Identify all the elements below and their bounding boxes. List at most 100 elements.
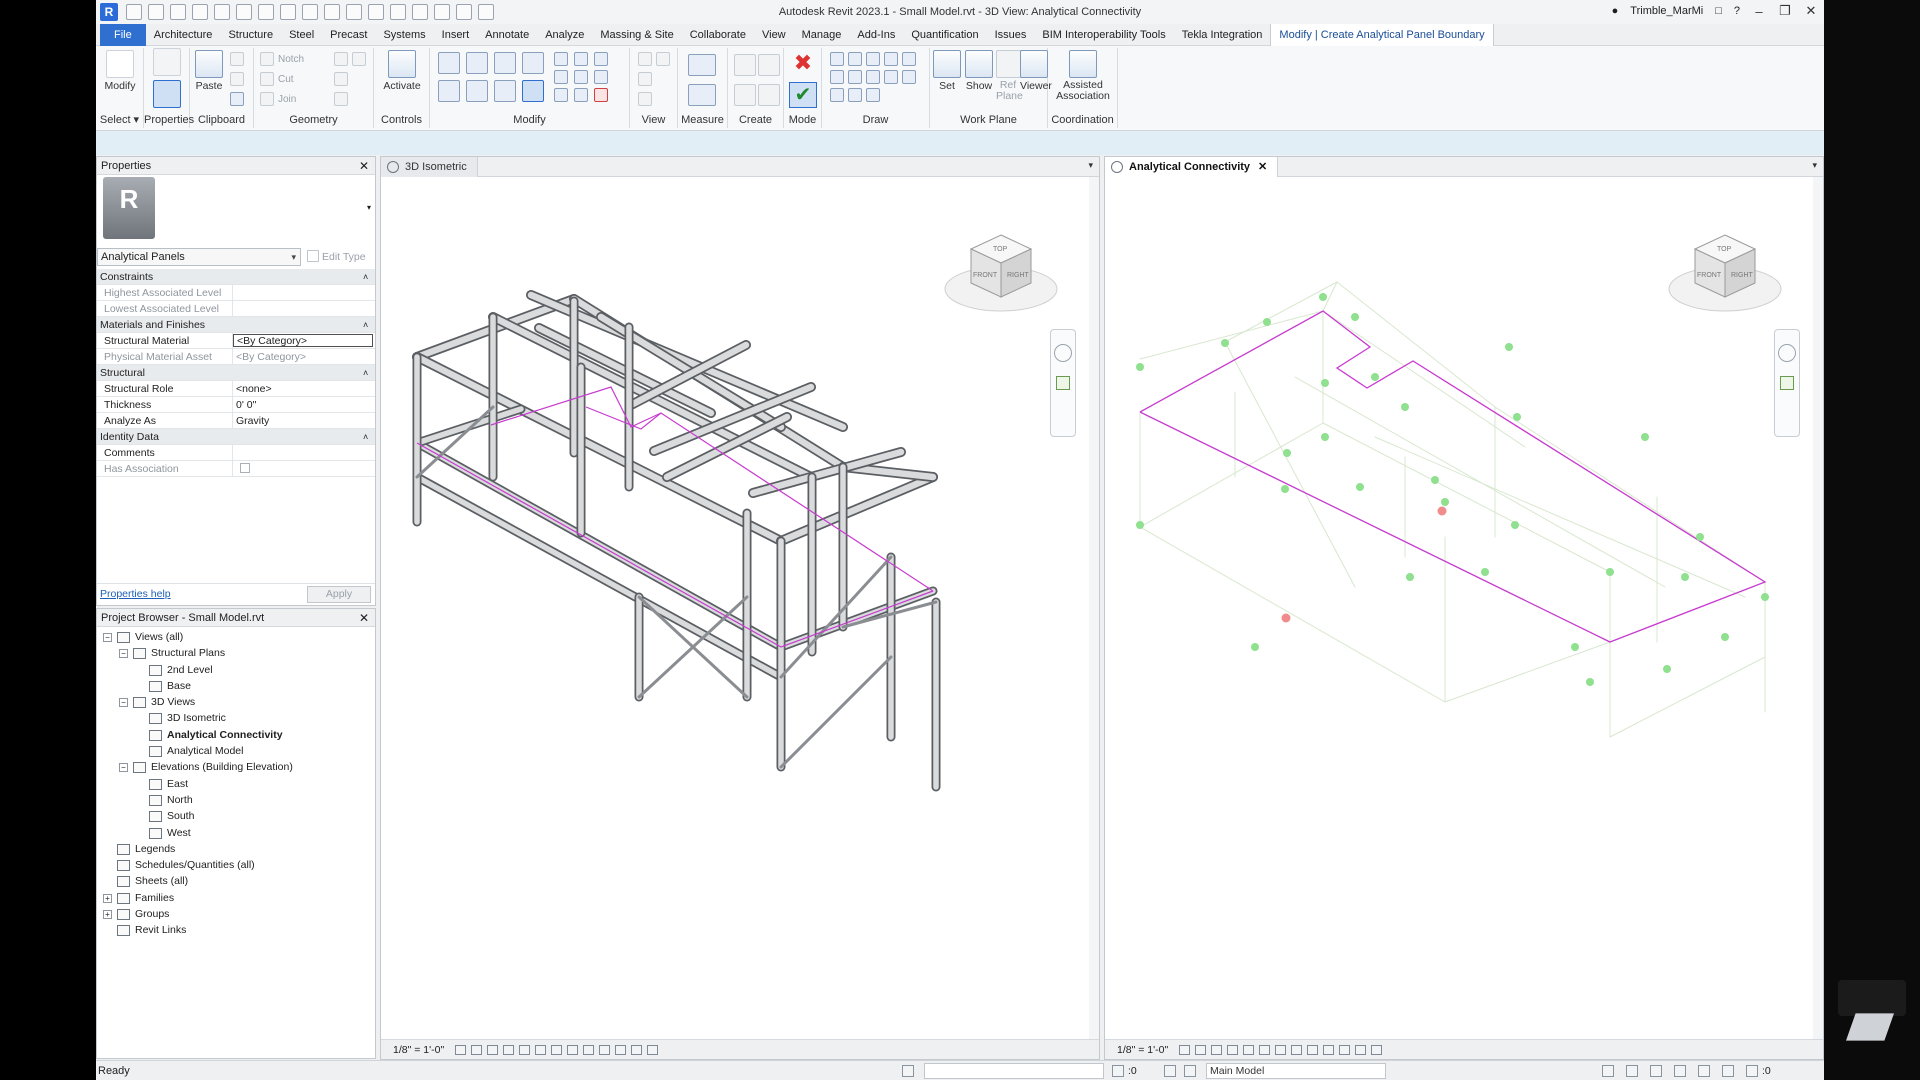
browser-node[interactable]: − Views (all) (97, 629, 375, 645)
tab-precast[interactable]: Precast (322, 24, 375, 46)
analytical-node[interactable] (1641, 433, 1649, 441)
lock-view-icon[interactable] (567, 1045, 578, 1055)
select-underlay-icon[interactable] (1626, 1065, 1638, 1077)
minimize-button[interactable]: – (1752, 4, 1766, 19)
tab-manage[interactable]: Manage (794, 24, 850, 46)
crop-view-icon[interactable] (535, 1045, 546, 1055)
properties-button[interactable] (153, 80, 181, 110)
cut-clipboard-icon[interactable] (230, 52, 244, 66)
browser-node[interactable]: − 3D Views (97, 694, 375, 710)
browser-node[interactable]: 3D Isometric (97, 710, 375, 726)
offset-icon[interactable] (466, 52, 488, 74)
analytical-node[interactable] (1586, 678, 1594, 686)
tab-structure[interactable]: Structure (220, 24, 281, 46)
notch-label[interactable]: Notch (278, 54, 304, 65)
close-hidden-icon[interactable] (434, 4, 450, 20)
worksets-icon[interactable] (902, 1065, 914, 1077)
measure-tool-icon[interactable] (688, 54, 716, 76)
collapse-icon[interactable]: ˄ (363, 429, 375, 444)
type-properties-button[interactable] (153, 48, 181, 78)
wall-joins-icon[interactable] (334, 72, 348, 86)
mirror-axis-icon[interactable] (494, 52, 516, 74)
recording-controls[interactable] (1838, 980, 1906, 1016)
collapse-toggle-icon[interactable]: − (119, 763, 128, 773)
cancel-edit-mode-button[interactable]: ✖ (790, 52, 816, 76)
navigation-bar[interactable] (1050, 329, 1076, 437)
create-group-icon[interactable] (734, 84, 756, 106)
dimension-icon[interactable] (302, 4, 318, 20)
analytical-model-icon[interactable] (615, 1045, 626, 1055)
align-icon[interactable] (438, 52, 460, 74)
expand-toggle-icon[interactable]: + (103, 893, 112, 903)
property-value[interactable]: <none> (233, 381, 375, 396)
save-icon[interactable] (170, 4, 186, 20)
browser-node[interactable]: + Families (97, 890, 375, 906)
paint-icon[interactable] (352, 52, 366, 66)
spline-icon[interactable] (902, 70, 916, 84)
tangent-arc-icon[interactable] (866, 70, 880, 84)
collapse-icon[interactable]: ˄ (363, 365, 375, 380)
view-scale[interactable]: 1/8" = 1'-0" (393, 1040, 444, 1059)
show-crop-icon[interactable] (551, 1045, 562, 1055)
analytical-node[interactable] (1511, 521, 1519, 529)
trim-extend-icon[interactable] (522, 80, 544, 102)
tab-add-ins[interactable]: Add-Ins (849, 24, 903, 46)
browser-node[interactable]: Revit Links (97, 922, 375, 938)
filter-icon[interactable] (1746, 1065, 1758, 1077)
close-window-button[interactable]: ✕ (1804, 3, 1818, 19)
view-menu-icon[interactable]: ▾ (1088, 160, 1093, 171)
steering-wheel-icon[interactable] (1778, 344, 1796, 362)
viewer-button[interactable]: Viewer (1020, 50, 1052, 92)
pick-lines-icon[interactable] (866, 88, 880, 102)
open-icon[interactable] (148, 4, 164, 20)
browser-node[interactable]: Analytical Model (97, 743, 375, 759)
analytical-node[interactable] (1251, 643, 1259, 651)
type-selector-chevron-icon[interactable]: ▾ (367, 203, 371, 212)
drag-elements-icon[interactable] (1698, 1065, 1710, 1077)
line-icon[interactable] (830, 52, 844, 66)
analytical-node[interactable] (1221, 339, 1229, 347)
analytical-node-warning[interactable] (1437, 506, 1447, 516)
rotate-icon[interactable] (494, 80, 516, 102)
temp-hide-icon[interactable] (1307, 1045, 1318, 1055)
zoom-icon[interactable] (1780, 376, 1794, 390)
help-icon[interactable]: ? (1734, 5, 1740, 17)
shadows-icon[interactable] (1227, 1045, 1238, 1055)
analytical-node[interactable] (1571, 643, 1579, 651)
cut-geometry-icon[interactable] (260, 72, 274, 86)
select-dropdown[interactable]: Select ▾ (96, 112, 143, 128)
mirror-draw-icon[interactable] (522, 52, 544, 74)
analytical-node[interactable] (1321, 379, 1329, 387)
paste-button[interactable]: Paste (192, 50, 226, 92)
select-by-face-icon[interactable] (1674, 1065, 1686, 1077)
section-icon[interactable] (390, 4, 406, 20)
collapse-toggle-icon[interactable]: − (119, 698, 128, 708)
tab-file[interactable]: File (100, 23, 146, 46)
lock-view-icon[interactable] (1291, 1045, 1302, 1055)
analytical-node-warning[interactable] (1281, 613, 1291, 623)
redo-icon[interactable] (236, 4, 252, 20)
browser-node[interactable]: East (97, 776, 375, 792)
join-label[interactable]: Join (278, 94, 296, 105)
browser-node[interactable]: 2nd Level (97, 662, 375, 678)
analytical-node[interactable] (1136, 363, 1144, 371)
thin-lines-icon[interactable] (412, 4, 428, 20)
analytical-node[interactable] (1351, 313, 1359, 321)
analytical-node[interactable] (1606, 568, 1614, 576)
browser-node[interactable]: Legends (97, 841, 375, 857)
tab-tekla-integration[interactable]: Tekla Integration (1174, 24, 1271, 46)
assisted-association-button[interactable]: Assisted Association (1050, 50, 1116, 102)
collapse-icon[interactable]: ˄ (363, 269, 375, 284)
property-group-header[interactable]: Materials and Finishes ˄ (97, 317, 375, 333)
tab-annotate[interactable]: Annotate (477, 24, 537, 46)
analytical-node[interactable] (1431, 476, 1439, 484)
sun-path-icon[interactable] (1211, 1045, 1222, 1055)
pin-icon[interactable] (594, 52, 608, 66)
collapse-toggle-icon[interactable]: − (103, 633, 112, 642)
browser-node[interactable]: + Groups (97, 906, 375, 922)
analytical-model-canvas[interactable]: TOP FRONT RIGHT (1105, 177, 1824, 1060)
browser-node[interactable]: Schedules/Quantities (all) (97, 857, 375, 873)
rendering-icon[interactable] (1243, 1045, 1254, 1055)
close-browser-icon[interactable]: ✕ (359, 609, 369, 627)
property-group-header[interactable]: Constraints ˄ (97, 269, 375, 285)
